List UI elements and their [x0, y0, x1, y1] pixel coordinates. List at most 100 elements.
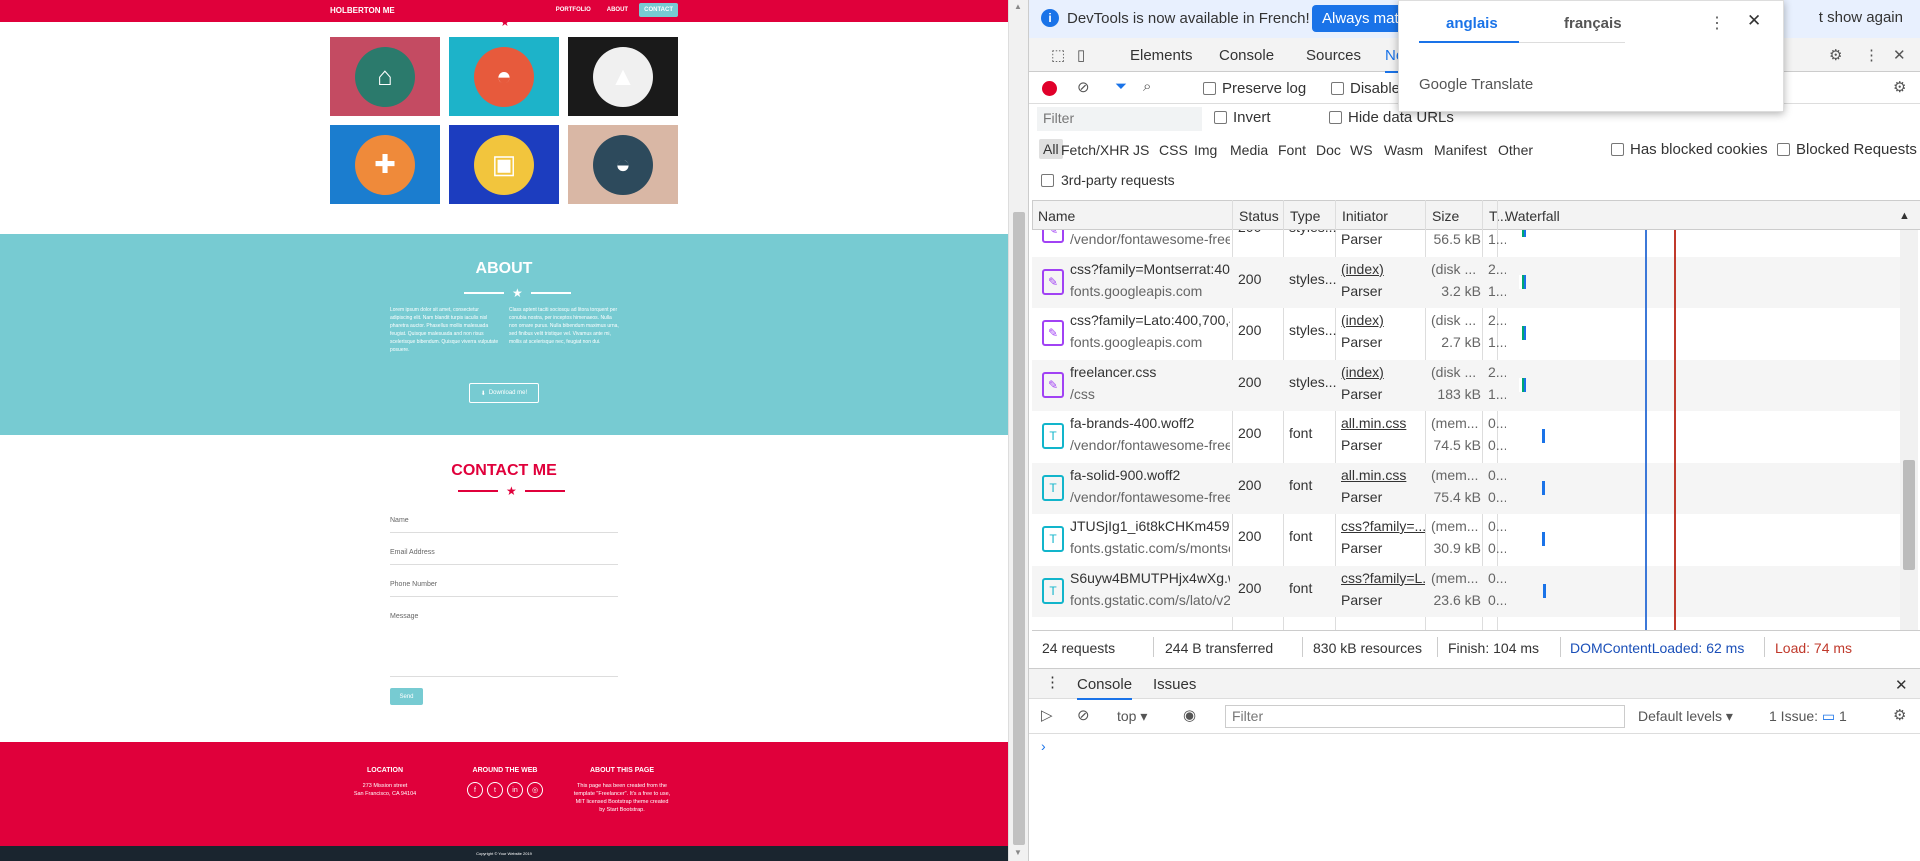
blocked-requests-checkbox[interactable]: Blocked Requests	[1777, 141, 1917, 158]
col-waterfall[interactable]: Waterfall	[1505, 208, 1560, 224]
portfolio-item[interactable]: ◒	[568, 125, 678, 204]
third-party-checkbox[interactable]: 3rd-party requests	[1041, 172, 1175, 188]
portfolio-item[interactable]: ⌂	[330, 37, 440, 116]
request-initiator[interactable]: (index)	[1341, 261, 1425, 277]
tab-elements[interactable]: Elements	[1130, 47, 1193, 64]
context-selector[interactable]: top ▾	[1117, 708, 1147, 725]
network-filter-input[interactable]: Filter	[1037, 107, 1202, 131]
console-settings-icon[interactable]: ⚙	[1893, 706, 1906, 724]
invert-checkbox[interactable]: Invert	[1214, 109, 1271, 126]
drawer-tab-console[interactable]: Console	[1077, 676, 1133, 700]
type-filter-font[interactable]: Font	[1278, 142, 1306, 158]
live-expression-icon[interactable]: ◉	[1183, 706, 1196, 724]
request-initiator[interactable]: css?family=L...	[1341, 570, 1425, 586]
site-brand[interactable]: HOLBERTON ME	[330, 6, 395, 15]
inspect-element-icon[interactable]: ⬚	[1051, 46, 1065, 64]
type-filter-other[interactable]: Other	[1498, 142, 1533, 158]
download-button[interactable]: ⬇ Download me!	[469, 383, 539, 403]
log-levels-dropdown[interactable]: Default levels ▾	[1638, 708, 1733, 725]
request-initiator[interactable]: (index)	[1341, 364, 1425, 380]
table-row[interactable]: T S6uyw4BMUTPHjx4wXg.wo... fonts.gstatic.c…	[1032, 565, 1900, 617]
type-filter-wasm[interactable]: Wasm	[1384, 142, 1423, 158]
tab-console[interactable]: Console	[1219, 47, 1274, 64]
nav-about-link[interactable]: ABOUT	[602, 3, 633, 17]
table-row[interactable]: Tfa-brands-400.woff2/vendor/fontawesome-…	[1032, 411, 1900, 462]
request-initiator[interactable]: all.min.css	[1341, 467, 1425, 483]
dont-show-again-button[interactable]: t show again	[1819, 9, 1903, 26]
email-field[interactable]: Email Address	[390, 549, 618, 565]
request-initiator[interactable]: (index)	[1341, 312, 1425, 328]
clear-icon[interactable]: ⊘	[1077, 78, 1090, 96]
translate-close-icon[interactable]: ✕	[1747, 11, 1761, 31]
table-row[interactable]: ✎ css?family=Lato:400,700,40... fonts.goog…	[1032, 308, 1900, 359]
type-filter-img[interactable]: Img	[1194, 142, 1217, 158]
message-field[interactable]: Message	[390, 613, 618, 677]
nav-portfolio-link[interactable]: PORTFOLIO	[551, 3, 596, 17]
type-filter-js[interactable]: JS	[1133, 142, 1149, 158]
portfolio-item[interactable]: ▲	[568, 37, 678, 116]
col-size[interactable]: Size	[1432, 208, 1459, 224]
context-label: top	[1117, 708, 1137, 724]
preserve-log-checkbox[interactable]: Preserve log	[1203, 80, 1306, 97]
dribbble-icon[interactable]: ◎	[527, 782, 543, 798]
translate-lang-english[interactable]: anglais	[1446, 15, 1498, 32]
translate-more-icon[interactable]: ⋮	[1709, 13, 1725, 33]
portfolio-item[interactable]: ◓	[449, 37, 559, 116]
linkedin-icon[interactable]: in	[507, 782, 523, 798]
tab-sources[interactable]: Sources	[1306, 47, 1361, 64]
phone-field[interactable]: Phone Number	[390, 581, 618, 597]
table-row[interactable]: ✎ css?family=Montserrat:400,... fonts.goog…	[1032, 256, 1900, 308]
type-filter-media[interactable]: Media	[1230, 142, 1268, 158]
request-initiator[interactable]: all.min.css	[1341, 415, 1425, 431]
more-options-icon[interactable]: ⋮	[1864, 46, 1879, 64]
table-row[interactable]: ✎all.min.css/vendor/fontawesome-free...2…	[1032, 230, 1900, 256]
portfolio-item[interactable]: ▣	[449, 125, 559, 204]
scroll-down-icon[interactable]: ▼	[1014, 848, 1022, 857]
col-initiator[interactable]: Initiator	[1342, 208, 1388, 224]
type-filter-css[interactable]: CSS	[1159, 142, 1188, 158]
type-filter-ws[interactable]: WS	[1350, 142, 1373, 158]
sort-arrow-icon[interactable]: ▲	[1899, 210, 1910, 222]
type-filter-manifest[interactable]: Manifest	[1434, 142, 1487, 158]
portfolio-item[interactable]: ✚	[330, 125, 440, 204]
table-row[interactable]: T JTUSjIg1_i6t8kCHKm459Wl... fonts.gstatic…	[1032, 514, 1900, 565]
send-button[interactable]: Send	[390, 688, 423, 705]
search-icon[interactable]: ⌕	[1143, 78, 1151, 95]
settings-gear-icon[interactable]: ⚙	[1829, 46, 1842, 64]
drawer-tab-issues[interactable]: Issues	[1153, 676, 1196, 693]
console-filter-input[interactable]: Filter	[1225, 705, 1625, 728]
col-type[interactable]: Type	[1290, 208, 1320, 224]
sidebar-toggle-icon[interactable]: ▷	[1041, 706, 1053, 724]
console-prompt-icon[interactable]: ›	[1041, 738, 1046, 754]
network-settings-icon[interactable]: ⚙	[1893, 78, 1906, 96]
close-devtools-icon[interactable]: ✕	[1893, 46, 1906, 64]
table-row[interactable]: ✎ freelancer.css/css 200 styles... (index) Pa…	[1032, 359, 1900, 411]
page-scrollbar-thumb[interactable]	[1013, 212, 1025, 845]
table-row[interactable]: Tfa-solid-900.woff2/vendor/fontawesome-f…	[1032, 462, 1900, 514]
request-initiator[interactable]: css?family=...	[1341, 518, 1425, 534]
col-name[interactable]: Name	[1038, 208, 1075, 224]
facebook-icon[interactable]: f	[467, 782, 483, 798]
nav-contact-link[interactable]: CONTACT	[639, 3, 678, 17]
record-icon[interactable]	[1042, 81, 1057, 96]
filter-icon[interactable]: ⏷	[1115, 78, 1127, 95]
twitter-icon[interactable]: t	[487, 782, 503, 798]
issues-counter[interactable]: 1 Issue: ▭ 1	[1769, 708, 1847, 725]
blocked-cookies-checkbox[interactable]: Has blocked cookies	[1611, 141, 1768, 158]
table-scrollbar-thumb[interactable]	[1903, 460, 1915, 570]
type-filter-all[interactable]: All	[1039, 139, 1063, 159]
close-drawer-icon[interactable]: ✕	[1895, 676, 1908, 694]
scroll-up-icon[interactable]: ▲	[1014, 2, 1022, 11]
clear-console-icon[interactable]: ⊘	[1077, 706, 1090, 724]
table-scrollbar[interactable]	[1900, 230, 1918, 630]
translate-lang-french[interactable]: français	[1564, 15, 1622, 32]
type-filter-doc[interactable]: Doc	[1316, 142, 1341, 158]
device-toolbar-icon[interactable]: ▯	[1077, 46, 1085, 64]
col-status[interactable]: Status	[1239, 208, 1279, 224]
requests-table-header: Name Status Type Initiator Size T... Wat…	[1032, 200, 1920, 230]
page-scrollbar[interactable]: ▲ ▼	[1008, 0, 1028, 861]
disable-cache-checkbox[interactable]: Disable	[1331, 80, 1400, 97]
type-filter-fetchxhr[interactable]: Fetch/XHR	[1061, 142, 1129, 158]
drawer-menu-icon[interactable]: ⋮	[1045, 673, 1060, 691]
name-field[interactable]: Name	[390, 517, 618, 533]
